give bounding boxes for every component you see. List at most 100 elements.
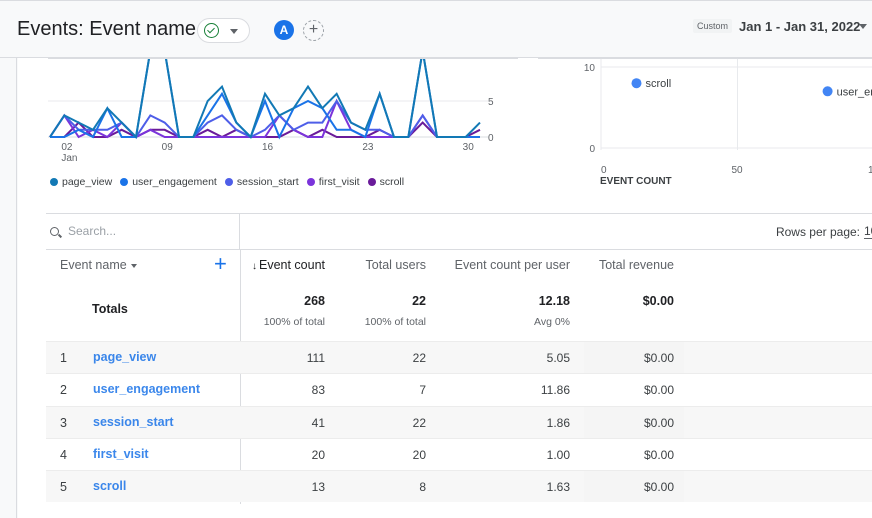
total-revenue: $0.00: [642, 294, 674, 308]
series-line-first_visit: [49, 98, 480, 139]
sort-down-arrow-icon: ↓: [251, 261, 257, 272]
column-header-event-count[interactable]: ↓ Event count: [250, 258, 325, 272]
legend-dot-icon: [367, 178, 376, 186]
event-count-cell: 13: [311, 480, 325, 494]
legend-item[interactable]: page_view: [50, 176, 112, 188]
chevron-down-icon: [230, 29, 238, 34]
plus-icon: +: [214, 251, 227, 276]
total-users-sub: 100% of total: [364, 316, 426, 328]
table-row[interactable]: 5 scroll 13 8 1.63 $0.00: [46, 470, 872, 502]
event-name-link[interactable]: user_engagement: [93, 382, 200, 396]
row-index: 1: [60, 351, 67, 365]
table-row[interactable]: 2 user_engagement 83 7 11.86 $0.00: [46, 373, 872, 405]
app: Events: Event name A + Custom Jan 1 - Ja…: [0, 0, 872, 518]
x-tick-label: 100: [868, 165, 872, 176]
column-header-total-users[interactable]: Total users: [336, 258, 426, 272]
y-tick-label: 0: [488, 133, 494, 144]
event-count-per-user-cell: 1.86: [546, 416, 570, 430]
chart-legend: page_view user_engagement session_start fir…: [50, 176, 404, 188]
legend-label: page_view: [62, 176, 113, 188]
date-preset-badge: Custom: [693, 19, 733, 33]
chevron-down-icon: [130, 263, 137, 268]
total-revenue-cell: $0.00: [643, 448, 674, 462]
total-event-count: 268: [304, 294, 325, 308]
x-tick-label: Jan: [61, 153, 77, 164]
search-input[interactable]: [68, 224, 228, 238]
event-name-link[interactable]: scroll: [93, 479, 126, 493]
search-box: [46, 214, 240, 250]
total-revenue-cell: $0.00: [643, 416, 674, 430]
x-tick-label: 16: [262, 142, 274, 153]
total-revenue-cell: $0.00: [643, 351, 674, 365]
legend-item[interactable]: first_visit: [306, 176, 360, 188]
total-users-cell: 22: [412, 416, 426, 430]
scatter-point-scroll: [631, 78, 642, 89]
check-circle-icon: [204, 23, 219, 38]
total-users-cell: 7: [419, 383, 426, 397]
event-count-cell: 20: [311, 448, 325, 462]
column-header-label: Event count: [258, 258, 325, 272]
total-revenue-cell: $0.00: [643, 480, 674, 494]
date-range-picker[interactable]: Jan 1 - Jan 31, 2022: [739, 19, 860, 34]
rows-per-page-select[interactable]: 10: [864, 224, 872, 239]
legend-item[interactable]: user_engagement: [120, 176, 217, 188]
x-tick-label: 02: [61, 142, 73, 153]
total-users: 22: [412, 294, 426, 308]
event-name-link[interactable]: session_start: [93, 415, 174, 429]
row-index: 2: [60, 383, 67, 397]
event-count-cell: 83: [311, 383, 325, 397]
x-tick-label: 30: [463, 142, 475, 153]
total-users-cell: 20: [412, 448, 426, 462]
legend-item[interactable]: session_start: [224, 176, 299, 188]
legend-label: user_engagement: [132, 176, 217, 188]
column-header-event-count-per-user[interactable]: Event count per user: [436, 258, 570, 272]
row-index: 3: [60, 416, 67, 430]
add-comparison-button[interactable]: +: [303, 20, 324, 41]
legend-label: session_start: [236, 176, 299, 188]
scatter-chart: 010050100EVENT COUNTscrolluser_engagemen…: [538, 58, 872, 187]
x-tick-label: 50: [732, 165, 744, 176]
total-revenue-cell: $0.00: [643, 383, 674, 397]
dimension-header-label: Event name: [60, 258, 127, 272]
event-count-cell: 111: [306, 351, 325, 365]
total-users-cell: 8: [419, 480, 426, 494]
table-row[interactable]: 1 page_view 111 22 5.05 $0.00: [46, 341, 872, 373]
table-toolbar: Rows per page: 10: [240, 214, 872, 250]
scatter-point-label: scroll: [645, 78, 671, 90]
event-name-link[interactable]: page_view: [93, 350, 156, 364]
report-header: Events: Event name A + Custom Jan 1 - Ja…: [0, 0, 872, 58]
legend-dot-icon: [120, 178, 129, 186]
chevron-down-icon[interactable]: [859, 24, 867, 29]
y-tick-label: 10: [584, 63, 596, 74]
event-count-per-user-cell: 1.63: [546, 480, 570, 494]
table-row[interactable]: 4 first_visit 20 20 1.00 $0.00: [46, 438, 872, 470]
legend-label: first_visit: [318, 176, 360, 188]
report-status-dropdown[interactable]: [197, 18, 250, 43]
series-line-session_start: [49, 99, 480, 139]
add-dimension-button[interactable]: +: [214, 251, 227, 276]
y-tick-label: 5: [488, 97, 494, 108]
legend-label: scroll: [379, 176, 405, 188]
x-tick-label: 09: [162, 142, 174, 153]
search-icon: [50, 227, 59, 236]
row-index: 4: [60, 448, 67, 462]
column-header-total-revenue[interactable]: Total revenue: [584, 258, 674, 272]
total-event-count-per-user: 12.18: [538, 294, 570, 308]
x-tick-label: 23: [362, 142, 374, 153]
table-row[interactable]: 3 session_start 41 22 1.86 $0.00: [46, 406, 872, 438]
legend-item[interactable]: scroll: [367, 176, 405, 188]
legend-dot-icon: [224, 178, 233, 186]
plus-icon: +: [308, 21, 319, 38]
total-users-cell: 22: [412, 351, 426, 365]
scatter-point-label: user_engagement: [837, 86, 872, 98]
total-event-count-per-user-sub: Avg 0%: [534, 316, 570, 328]
comparison-avatar[interactable]: A: [274, 20, 294, 40]
x-tick-label: 0: [601, 165, 607, 176]
data-table: Rows per page: 10 Event name + ↓Event co…: [46, 214, 872, 518]
legend-dot-icon: [50, 178, 58, 186]
page-title: Events: Event name: [17, 18, 196, 40]
left-rail: [0, 58, 17, 518]
x-axis-label: EVENT COUNT: [600, 176, 672, 187]
dimension-header[interactable]: Event name: [60, 258, 137, 272]
event-name-link[interactable]: first_visit: [93, 447, 149, 461]
